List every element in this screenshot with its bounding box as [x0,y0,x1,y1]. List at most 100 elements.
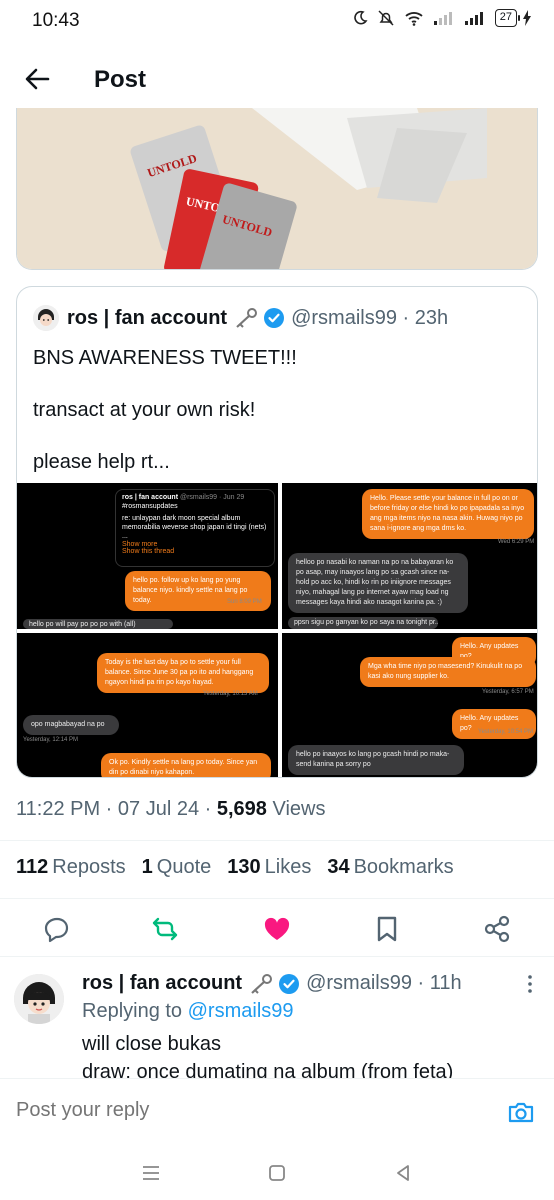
embedded-name: ros | fan account [122,494,179,501]
quoted-post-text: BNS AWARENESS TWEET!!! transact at your … [33,345,297,501]
reply-post[interactable]: ros | fan account @rsmails99 · 11h Reply… [0,960,554,1078]
quoted-post-header: ros | fan account @rsmails99 · 23h [33,305,448,331]
recent-apps-icon[interactable] [140,1162,162,1184]
engagement-stats: 112 Reposts 1 Quote 130 Likes 34 Bookmarks [16,856,454,879]
views-label: Views [266,798,326,820]
chat-bubble: Mga wha time niyo po masesend? Kinukulit… [360,657,536,687]
bookmarks-count: 34 [327,856,350,878]
quotes-stat[interactable]: 1 Quote [142,856,212,879]
quoted-text-line: please help rt... [33,451,170,473]
bookmarks-label: Bookmarks [353,856,454,878]
avatar [33,305,59,331]
dnd-moon-icon [353,10,368,25]
dm-screenshot-4[interactable]: Hello. Any updates po? Mga wha time niyo… [282,633,537,777]
action-bar [0,904,554,954]
embedded-meta: @rsmails99 · Jun 29 [179,494,245,501]
chat-bubble: Today is the last day ba po to settle yo… [97,653,269,693]
bookmark-icon[interactable] [372,914,402,944]
post-timestamp: 11:22 PM · 07 Jul 24 · 5,698 Views [16,798,325,821]
key-emoji-icon [251,973,273,994]
chat-bubble: Ok po. Kindly settle na lang po today. S… [101,753,271,777]
status-time: 10:43 [32,10,80,31]
key-emoji-icon [236,308,258,328]
dm-screenshot-1[interactable]: ros | fan account @rsmails99 · Jun 29 #r… [17,483,278,629]
verified-badge-icon [279,973,300,994]
chat-time: Yesterday, 12:14 PM [23,737,79,743]
dm-screenshot-2[interactable]: Hello. Please settle your balance in ful… [282,483,537,629]
charging-bolt-icon [523,10,531,26]
battery-level: 27 [494,9,521,27]
likes-stat[interactable]: 130 Likes [227,856,311,879]
page-title: Post [94,66,147,93]
quotes-label: Quote [156,856,212,878]
reposts-label: Reposts [52,856,126,878]
reply-text-line: draw: once dumating na album (from feta) [82,1061,454,1078]
replying-prefix: Replying to [82,1000,188,1022]
dm-screenshot-3[interactable]: Today is the last day ba po to settle yo… [17,633,278,777]
home-icon[interactable] [266,1162,288,1184]
reply-bubble-icon[interactable] [42,914,72,944]
chat-bubble: Hello. Please settle your balance in ful… [362,489,534,539]
chat-bubble: ppsn sigu po ganyan ko po saya na tonigh… [288,617,438,629]
avatar[interactable] [14,974,64,1024]
chat-bubble: helloo po nasabi ko naman na po na babay… [288,553,468,613]
embedded-show-thread: Show this thread [122,548,175,555]
embedded-tag: #rosmansupdates [122,503,178,510]
back-arrow-icon[interactable] [20,62,54,96]
quoted-post-card[interactable]: ros | fan account @rsmails99 · 23h BNS A… [16,286,538,778]
chat-time: Yesterday, 10:13 AM [203,691,258,697]
quoted-text-line: BNS AWARENESS TWEET!!! [33,347,297,369]
chat-time: Wed 6:29 PM [498,539,535,545]
status-icons: 27 [352,9,532,27]
repost-icon[interactable] [150,914,180,944]
chat-bubble: opo magbabayad na po [23,715,119,735]
likes-count: 130 [227,856,261,878]
embedded-show-more: Show more [122,541,158,548]
post-media-image[interactable]: UNTOLD UNTOLD UNTOLD [16,108,538,270]
signal-icon [433,12,452,25]
quoted-text-line: transact at your own risk! [33,399,256,421]
divider [0,956,554,957]
replying-handle-link[interactable]: @rsmails99 [188,1000,294,1022]
reply-composer [0,1078,554,1144]
status-bar: 10:43 27 [0,0,554,44]
system-nav-bar [0,1144,554,1200]
divider [0,898,554,899]
mute-bell-icon [378,10,394,26]
chat-bubble: hello po. follow up ko lang po yung bala… [125,571,271,611]
back-nav-icon[interactable] [392,1162,414,1184]
battery-indicator: 27 [494,9,532,27]
chat-time: Sun 8:09 PM [227,599,262,605]
more-options-icon[interactable] [526,974,534,994]
views-count: 5,698 [216,798,267,820]
reply-input[interactable] [16,1099,476,1122]
divider [0,840,554,841]
author-handle-time: @rsmails99 · 23h [291,306,449,329]
album-cards-photo: UNTOLD UNTOLD UNTOLD [17,108,537,269]
screenshot-grid: ros | fan account @rsmails99 · Jun 29 #r… [17,483,537,777]
wifi-icon [405,12,423,26]
reply-text: will close bukas draw: once dumating na … [82,1030,453,1078]
chat-bubble: hello po will pay po po po with (all) [23,619,173,629]
chat-time: Yesterday, 10:54 PM [478,729,534,735]
bookmarks-stat[interactable]: 34 Bookmarks [327,856,453,879]
reposts-count: 112 [16,856,49,878]
verified-badge-icon [264,308,285,328]
author-name[interactable]: ros | fan account [82,972,242,995]
author-name[interactable]: ros | fan account [67,307,227,330]
camera-icon[interactable] [506,1097,536,1127]
replying-to: Replying to @rsmails99 [82,1000,294,1023]
embedded-body: re: unlaypan dark moon special album mem… [122,515,267,540]
post-header: Post [0,44,554,116]
embedded-tweet: ros | fan account @rsmails99 · Jun 29 #r… [115,489,275,567]
post-time-date: 11:22 PM · 07 Jul 24 · [16,798,217,820]
reply-header: ros | fan account @rsmails99 · 11h [82,972,462,995]
signal-icon-2 [464,12,483,25]
reply-text-line: will close bukas [82,1033,221,1055]
chat-bubble: hello po inaayos ko lang po gcash hindi … [288,745,464,775]
share-icon[interactable] [482,914,512,944]
author-handle-time: @rsmails99 · 11h [306,972,462,994]
like-heart-icon[interactable] [262,914,292,944]
chat-time: Yesterday, 6:57 PM [482,689,534,695]
reposts-stat[interactable]: 112 Reposts [16,856,126,879]
